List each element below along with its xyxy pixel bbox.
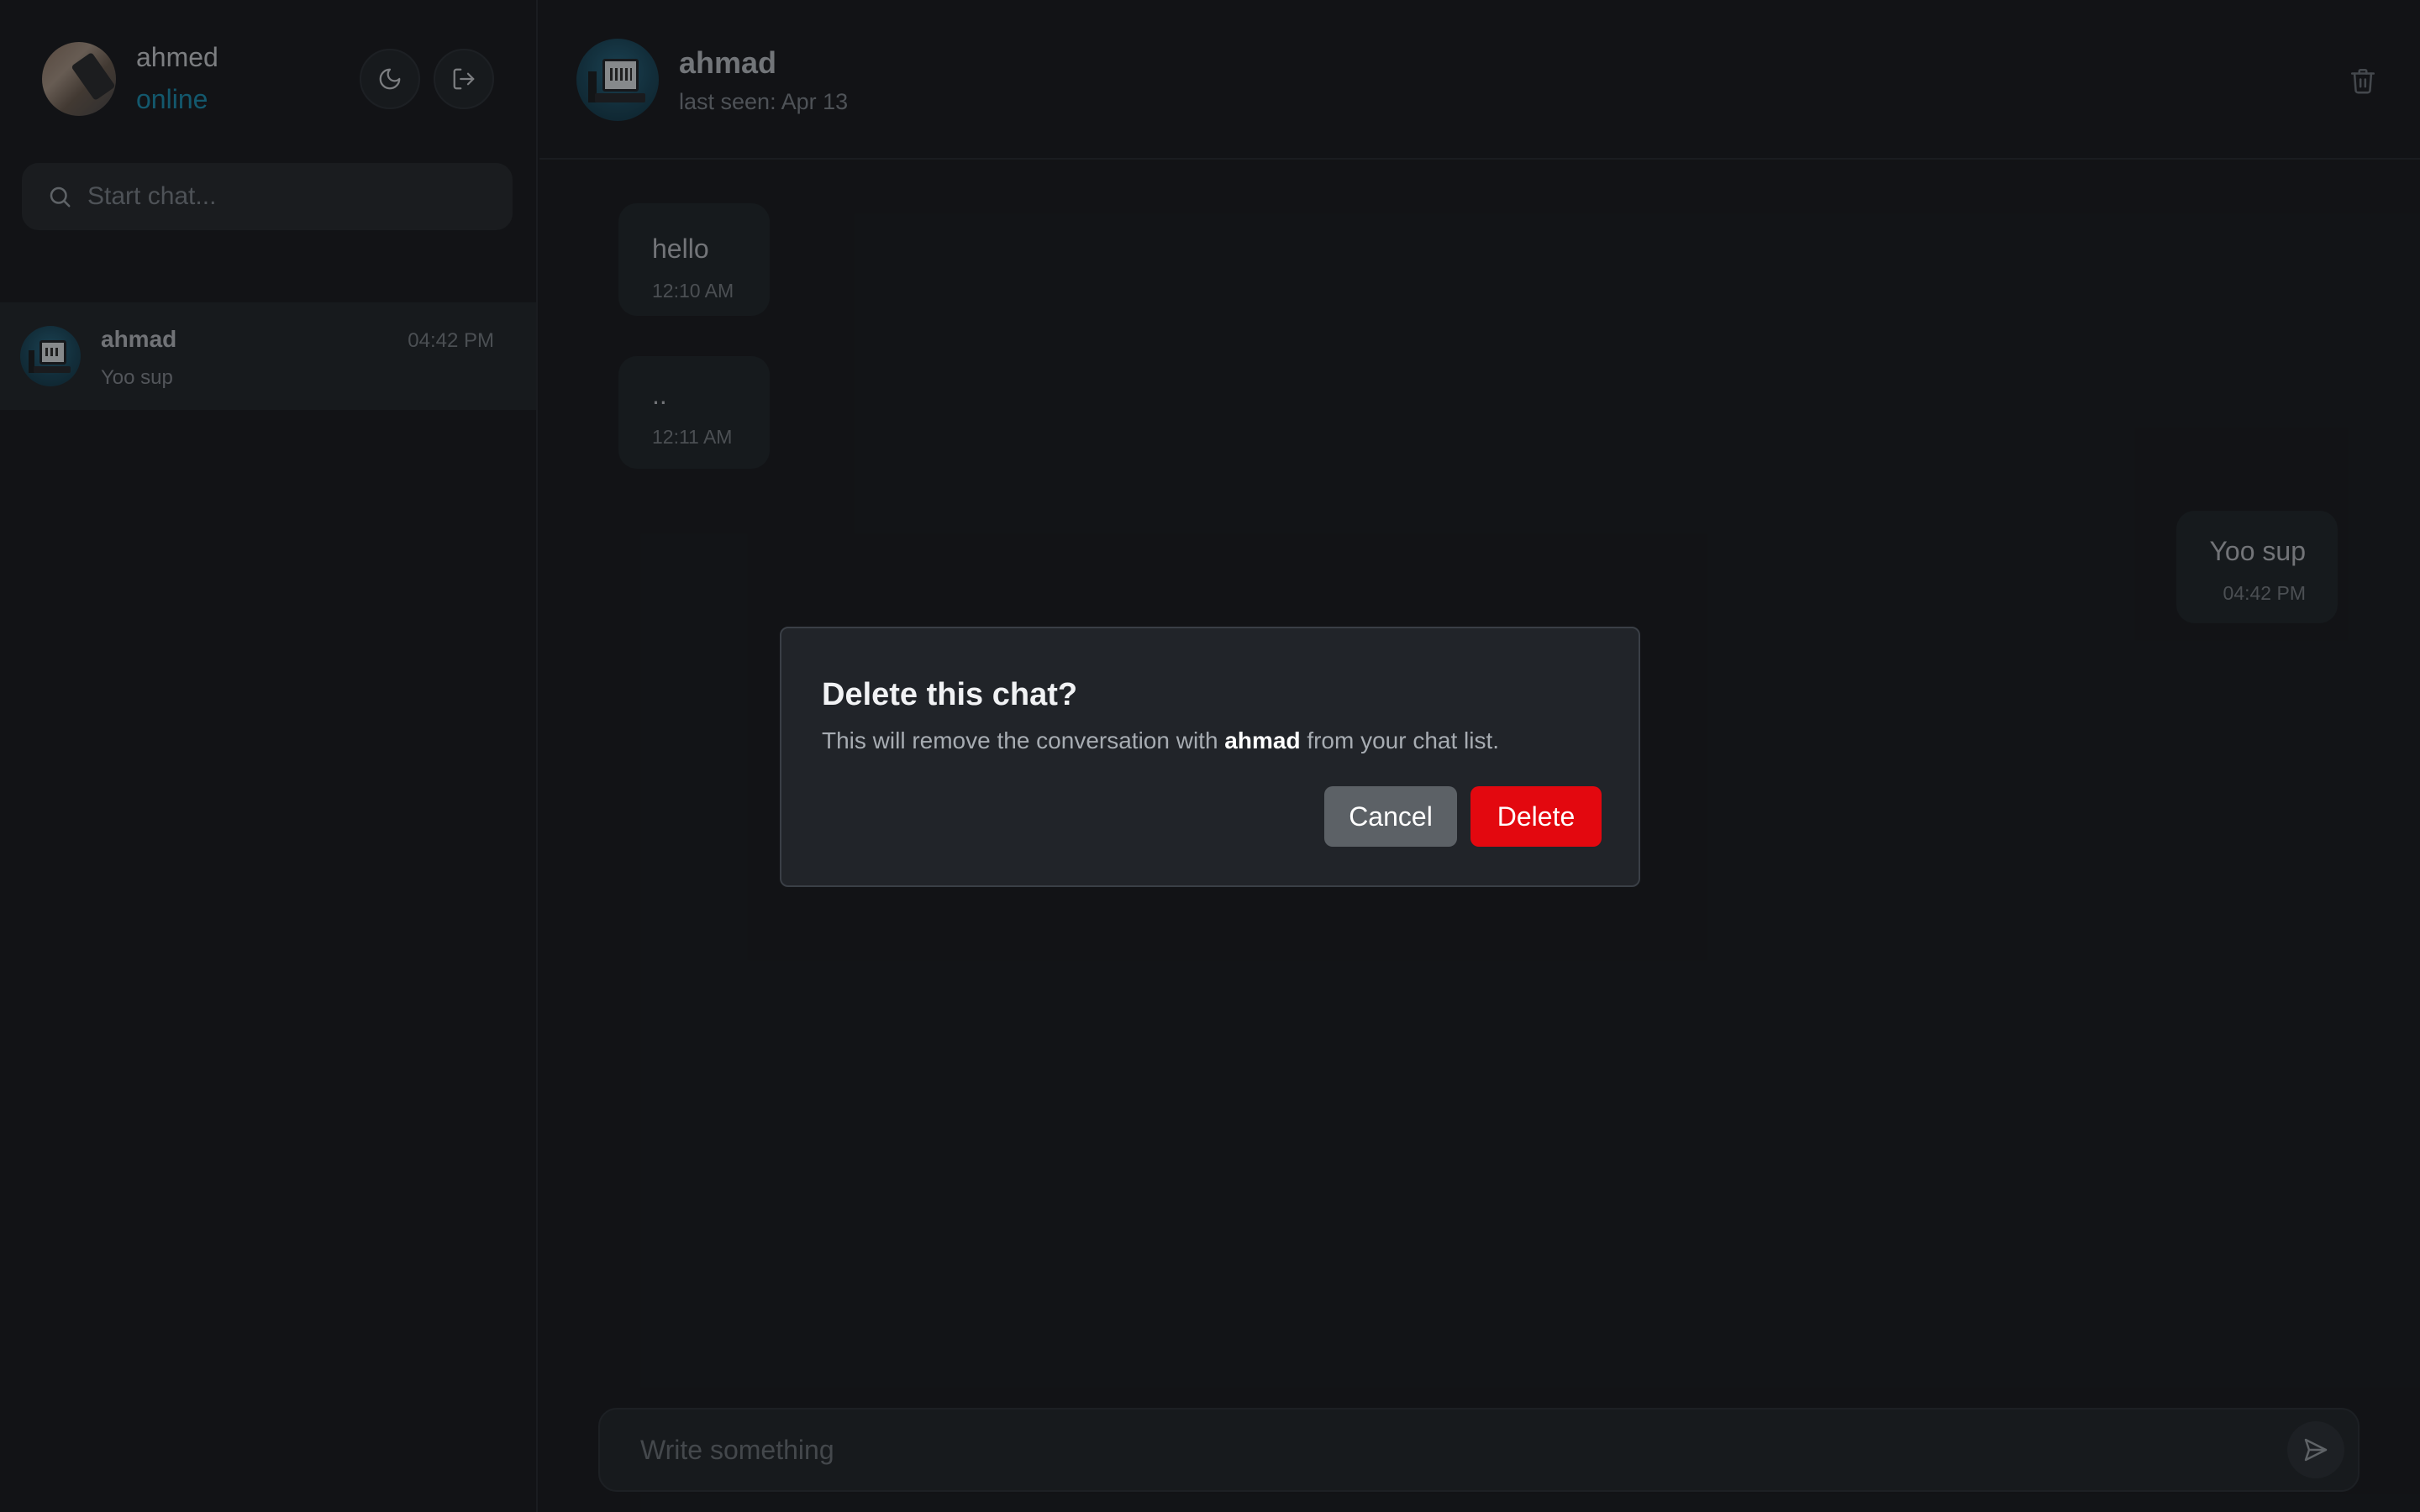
confirm-delete-button[interactable]: Delete: [1470, 786, 1602, 847]
dialog-message: This will remove the conversation with a…: [822, 727, 1499, 754]
dialog-body-suffix: from your chat list.: [1300, 727, 1500, 753]
delete-chat-dialog: Delete this chat? This will remove the c…: [780, 627, 1640, 887]
dialog-contact-name: ahmad: [1224, 727, 1301, 753]
chat-app: ahmed online ahmad: [0, 0, 2420, 1512]
cancel-button[interactable]: Cancel: [1324, 786, 1457, 847]
dialog-body-prefix: This will remove the conversation with: [822, 727, 1225, 753]
dialog-title: Delete this chat?: [822, 677, 1078, 712]
